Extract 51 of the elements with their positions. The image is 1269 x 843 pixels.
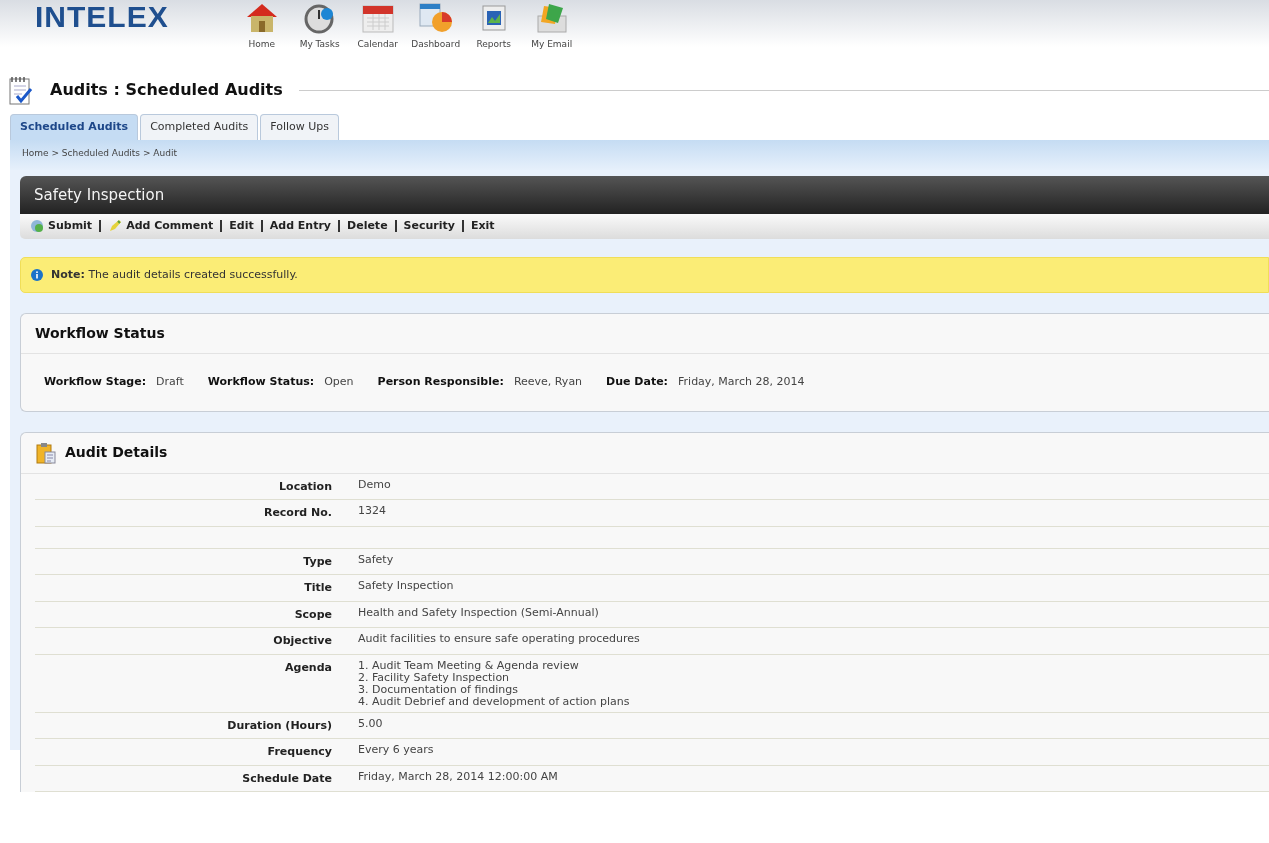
field-value: Draft: [156, 374, 184, 390]
field-label: Duration (Hours): [226, 717, 333, 734]
field-label: Scope: [293, 606, 333, 623]
record-title: Safety Inspection: [20, 175, 1269, 214]
tab[interactable]: Completed Audits: [140, 114, 259, 140]
field-label: Record No.: [262, 505, 333, 521]
field-value: 1. Audit Team Meeting & Agenda review 2. Facility Safety Inspection 3. Documentation of findings 4. Audit Debrief and development of action plans: [357, 659, 630, 708]
field-label: Workflow Status:: [207, 374, 315, 390]
field-label: Person Responsible:: [377, 374, 504, 390]
nav-item[interactable]: Home: [232, 0, 291, 78]
breadcrumb: Home > Scheduled Audits > Audit: [22, 147, 177, 158]
toolbar-link[interactable]: Add Comment: [108, 218, 214, 235]
field-value: Every 6 years: [357, 744, 434, 759]
panel-title: Workflow Status: [35, 325, 165, 341]
nav-item[interactable]: Reports: [464, 0, 523, 78]
field-label: Agenda: [284, 659, 333, 676]
toolbar-link[interactable]: Edit: [229, 218, 254, 235]
nav-item[interactable]: My Email: [522, 0, 581, 78]
toolbar-link[interactable]: Exit: [470, 218, 495, 235]
tab[interactable]: Follow Ups: [260, 114, 339, 140]
nav-item[interactable]: My Tasks: [290, 0, 349, 78]
nav-item[interactable]: Calendar: [348, 0, 407, 78]
field-label: Objective: [272, 633, 333, 649]
logo: INTELEX: [35, 2, 169, 35]
field-value: Safety: [357, 553, 394, 568]
field-value: Safety Inspection: [357, 580, 454, 594]
field-value: 5.00: [357, 717, 383, 732]
field-value: Demo: [357, 478, 391, 493]
page-title: Audits : Scheduled Audits: [50, 79, 283, 101]
field-label: Frequency: [266, 744, 333, 761]
toolbar-link[interactable]: Security: [403, 218, 455, 235]
field-label: Location: [278, 478, 333, 495]
panel-title: Audit Details: [65, 443, 168, 462]
field-value: Reeve, Ryan: [513, 374, 583, 390]
toolbar-link[interactable]: Delete: [347, 218, 388, 235]
field-value: Friday, March 28, 2014 12:00:00 AM: [357, 770, 558, 785]
field-value: 1324: [357, 505, 386, 519]
field-label: Due Date:: [606, 374, 669, 390]
field-label: Title: [303, 580, 333, 596]
field-value: Open: [324, 374, 354, 390]
note-text: Note: The audit details created successfully.: [51, 266, 298, 283]
tab[interactable]: Scheduled Audits: [10, 114, 139, 140]
field-value: Friday, March 28, 2014: [678, 374, 805, 390]
toolbar-link[interactable]: Add Entry: [269, 218, 332, 235]
toolbar-link[interactable]: Submit: [30, 218, 93, 235]
nav-item[interactable]: Dashboard: [406, 0, 465, 78]
field-label: Schedule Date: [241, 770, 333, 787]
field-value: Health and Safety Inspection (Semi-Annual): [357, 606, 599, 621]
field-label: Type: [302, 553, 333, 570]
field-value: Audit facilities to ensure safe operating procedures: [357, 633, 640, 647]
field-label: Workflow Stage:: [44, 374, 147, 390]
